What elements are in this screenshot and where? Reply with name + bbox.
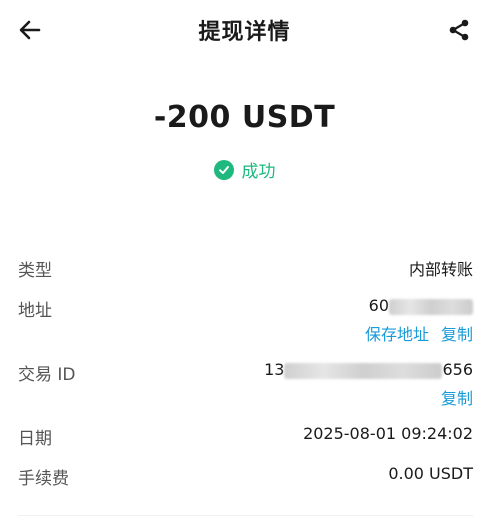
redacted-transaction-id: [284, 362, 443, 379]
address-label: 地址: [18, 301, 52, 321]
type-value: 内部转账: [408, 260, 473, 279]
date-value: 2025-08-01 09:24:02: [303, 424, 473, 443]
page-title: 提现详情: [198, 20, 291, 45]
top-app-bar: 提现详情: [0, 0, 489, 58]
share-icon: [449, 19, 469, 41]
transaction-id-value: 13 656: [264, 360, 473, 379]
type-label: 类型: [18, 261, 52, 281]
transaction-id-actions: 复制: [441, 385, 473, 409]
withdrawal-amount: -200 USDT: [153, 100, 336, 135]
date-label: 日期: [18, 429, 52, 449]
transaction-id-suffix: 656: [442, 360, 473, 379]
redacted-address: [389, 298, 473, 315]
transaction-id-row: 交易 ID 13 656 复制: [18, 360, 473, 409]
bottom-divider: [18, 515, 473, 516]
fee-label: 手续费: [18, 469, 69, 489]
address-actions: 保存地址 复制: [365, 321, 473, 345]
check-circle-icon: [213, 159, 234, 180]
status-indicator: 成功: [0, 157, 489, 182]
transaction-id-prefix: 13: [264, 360, 285, 379]
fee-value: 0.00 USDT: [388, 464, 473, 483]
copy-transaction-id-link[interactable]: 复制: [441, 385, 473, 409]
save-address-link[interactable]: 保存地址: [365, 321, 429, 345]
address-visible-part: 60: [368, 296, 389, 315]
share-button[interactable]: [443, 14, 475, 46]
fee-row: 手续费 0.00 USDT: [18, 464, 473, 516]
date-row: 日期 2025-08-01 09:24:02: [18, 424, 473, 449]
address-value: 60: [369, 296, 473, 315]
status-text: 成功: [241, 162, 276, 182]
copy-address-link[interactable]: 复制: [441, 321, 473, 345]
type-row: 类型 内部转账: [18, 256, 473, 281]
transaction-id-label: 交易 ID: [18, 365, 76, 385]
address-row: 地址 60 保存地址 复制: [18, 296, 473, 346]
